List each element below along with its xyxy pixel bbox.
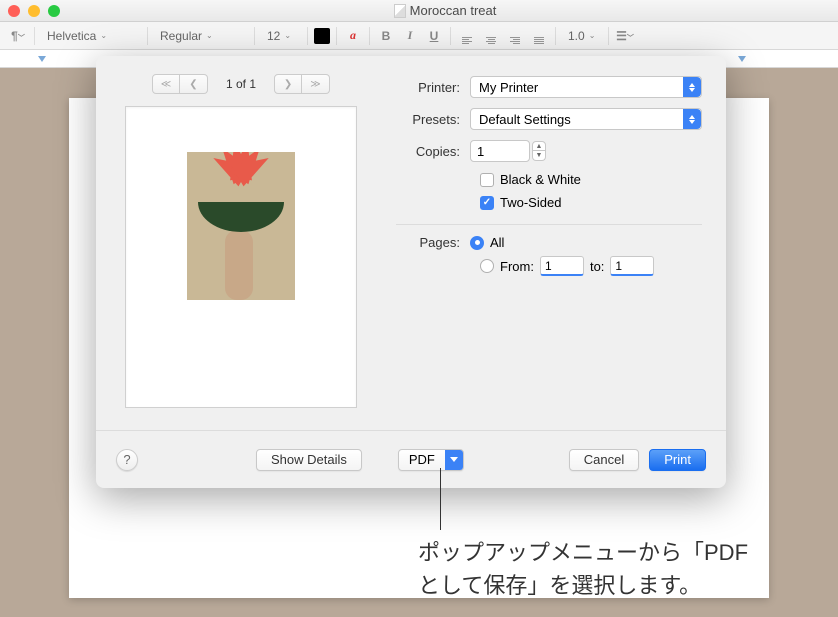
presets-value: Default Settings: [479, 112, 571, 127]
pages-to-value: 1: [615, 259, 622, 273]
align-right-button[interactable]: [505, 27, 525, 44]
paragraph-style-button[interactable]: ¶﹀: [8, 29, 28, 43]
cancel-button[interactable]: Cancel: [569, 449, 639, 471]
pages-all-label: All: [490, 235, 504, 250]
minimize-window-button[interactable]: [28, 5, 40, 17]
pages-from-value: 1: [545, 259, 552, 273]
font-family-select[interactable]: Helvetica ⌄: [41, 27, 141, 45]
pages-to-input[interactable]: 1: [610, 256, 654, 276]
separator: [34, 27, 35, 45]
copies-label: Copies:: [396, 144, 470, 159]
callout-line: [440, 468, 441, 530]
copies-step-down[interactable]: ▼: [532, 151, 546, 161]
preview-thumbnail: [125, 106, 357, 408]
copies-value: 1: [477, 144, 484, 159]
show-details-button[interactable]: Show Details: [256, 449, 362, 471]
nav-prev-group: ≪ ❮: [152, 74, 208, 94]
traffic-lights: [8, 5, 60, 17]
dialog-footer: ? Show Details PDF Cancel Print: [96, 430, 726, 488]
prev-page-button[interactable]: ❮: [180, 74, 208, 94]
next-page-button[interactable]: ❯: [274, 74, 302, 94]
pages-to-label: to:: [590, 259, 604, 274]
separator: [555, 27, 556, 45]
two-sided-checkbox[interactable]: [480, 196, 494, 210]
line-spacing-select[interactable]: 1.0 ⌄: [562, 27, 602, 45]
presets-select[interactable]: Default Settings: [470, 108, 702, 130]
black-white-checkbox[interactable]: [480, 173, 494, 187]
ruler-marker-right[interactable]: [738, 56, 746, 62]
document-icon: [394, 4, 406, 18]
dropdown-arrows-icon: [683, 77, 701, 97]
page-indicator: 1 of 1: [216, 77, 266, 91]
pages-label: Pages:: [396, 235, 470, 250]
pdf-label: PDF: [399, 452, 445, 467]
window-title-text: Moroccan treat: [410, 3, 497, 18]
two-sided-label: Two-Sided: [500, 195, 561, 210]
format-toolbar: ¶﹀ Helvetica ⌄ Regular ⌄ 12 ⌄ a B I U 1.…: [0, 22, 838, 50]
font-style-select[interactable]: Regular ⌄: [154, 27, 248, 45]
preview-pane: ≪ ❮ 1 of 1 ❯ ≫: [96, 56, 386, 430]
last-page-button[interactable]: ≫: [302, 74, 330, 94]
font-style-value: Regular: [160, 29, 202, 43]
font-family-value: Helvetica: [47, 29, 96, 43]
black-white-label: Black & White: [500, 172, 581, 187]
close-window-button[interactable]: [8, 5, 20, 17]
dropdown-arrows-icon: [683, 109, 701, 129]
zoom-window-button[interactable]: [48, 5, 60, 17]
copies-step-up[interactable]: ▲: [532, 141, 546, 151]
pages-from-radio[interactable]: [480, 259, 494, 273]
pages-from-input[interactable]: 1: [540, 256, 584, 276]
print-button[interactable]: Print: [649, 449, 706, 471]
font-size-select[interactable]: 12 ⌄: [261, 27, 301, 45]
callout-text: ポップアップメニューから「PDF として保存」を選択します。: [418, 536, 748, 602]
italic-button[interactable]: I: [400, 28, 420, 43]
presets-label: Presets:: [396, 112, 470, 127]
printer-label: Printer:: [396, 80, 470, 95]
style-letter-icon[interactable]: a: [343, 28, 363, 43]
window-titlebar: Moroccan treat: [0, 0, 838, 22]
align-left-button[interactable]: [457, 27, 477, 44]
help-button[interactable]: ?: [116, 449, 138, 471]
settings-pane: Printer: My Printer Presets: Default Set…: [386, 56, 726, 430]
printer-select[interactable]: My Printer: [470, 76, 702, 98]
separator: [450, 27, 451, 45]
window-title: Moroccan treat: [60, 3, 830, 18]
chevron-down-icon: [445, 450, 463, 470]
callout-line2: として保存」を選択します。: [418, 573, 701, 598]
pages-from-label: From:: [500, 259, 534, 274]
separator: [369, 27, 370, 45]
copies-input[interactable]: 1: [470, 140, 530, 162]
printer-value: My Printer: [479, 80, 538, 95]
line-spacing-value: 1.0: [568, 29, 585, 43]
separator: [307, 27, 308, 45]
ruler-marker-left[interactable]: [38, 56, 46, 62]
separator: [254, 27, 255, 45]
watermelon-image: [187, 152, 295, 300]
callout-line1: ポップアップメニューから「PDF: [418, 540, 748, 565]
copies-stepper: ▲ ▼: [532, 141, 546, 161]
font-size-value: 12: [267, 29, 280, 43]
list-style-button[interactable]: ☰﹀: [615, 29, 635, 43]
separator: [147, 27, 148, 45]
first-page-button[interactable]: ≪: [152, 74, 180, 94]
separator: [336, 27, 337, 45]
align-justify-button[interactable]: [529, 27, 549, 44]
underline-button[interactable]: U: [424, 29, 444, 43]
pdf-dropdown[interactable]: PDF: [398, 449, 464, 471]
pages-all-radio[interactable]: [470, 236, 484, 250]
separator: [396, 224, 702, 225]
separator: [608, 27, 609, 45]
nav-next-group: ❯ ≫: [274, 74, 330, 94]
bold-button[interactable]: B: [376, 29, 396, 43]
text-color-button[interactable]: [314, 28, 330, 44]
print-dialog: ≪ ❮ 1 of 1 ❯ ≫: [96, 56, 726, 488]
align-center-button[interactable]: [481, 27, 501, 44]
